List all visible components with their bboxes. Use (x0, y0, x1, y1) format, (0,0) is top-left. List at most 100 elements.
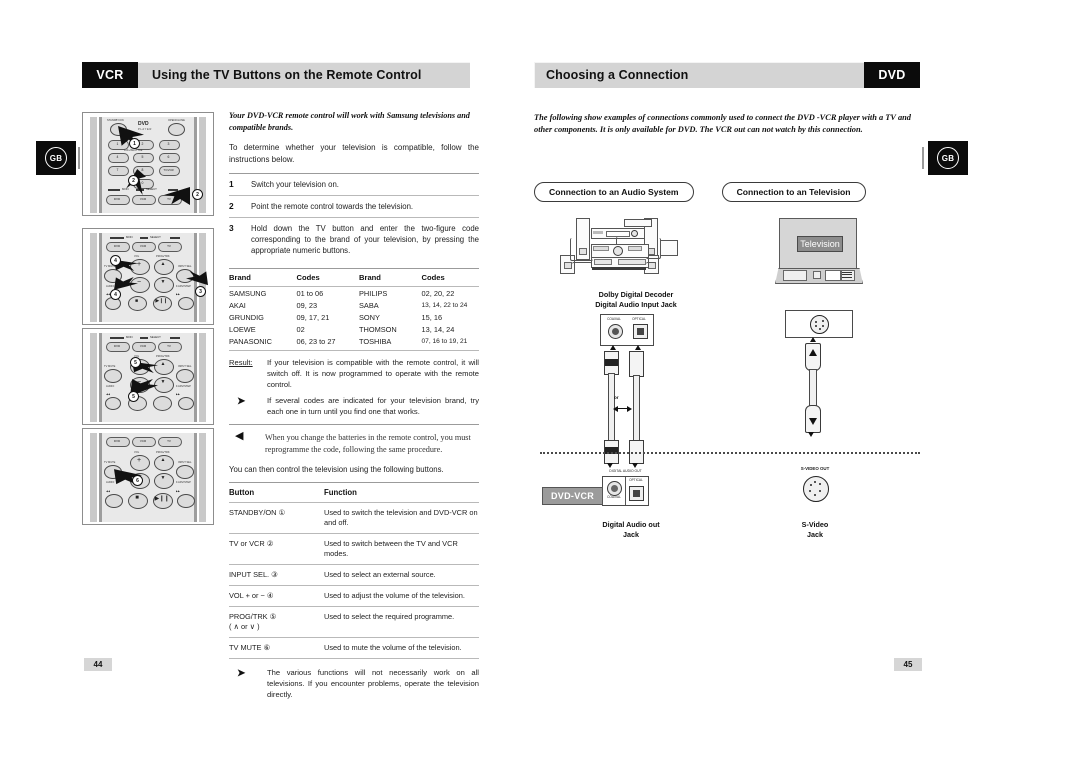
left-page-title: Using the TV Buttons on the Remote Contr… (152, 68, 422, 82)
callout-5-top: 5 (130, 357, 141, 368)
region-badge-right-label: GB (937, 147, 959, 169)
remote-forward-button (178, 297, 194, 310)
right-page-title: Choosing a Connection (546, 68, 689, 82)
remote-body: STANDBY/ON OPEN/CLOSE DVD P L A Y E R 1 … (99, 117, 197, 213)
arrow-bullet-icon: ➤ (237, 668, 246, 680)
button-key: TV MUTE ⑥ (229, 637, 324, 660)
brand-name: LOEWE (229, 325, 256, 335)
table-row: TV MUTE ⑥ Used to mute the volume of the… (229, 637, 479, 660)
or-arrow-right-icon (627, 406, 632, 412)
button-function: Used to mute the volume of the televisio… (324, 637, 479, 660)
left-page-header: VCR Using the TV Buttons on the Remote C… (82, 62, 470, 88)
remote-input-sel-button (176, 465, 194, 479)
coaxial-cable-arrow-down (607, 463, 613, 468)
remote-rewind-button (105, 494, 123, 508)
coaxial-input-label: COAXIAL (607, 317, 621, 321)
button-function: Used to select the required programme. (324, 606, 479, 639)
svideo-plug-bottom (805, 405, 821, 433)
digital-audio-out-caption: Digital Audio out Jack (566, 520, 696, 540)
region-badge-left-rule (78, 147, 80, 169)
connection-title-television: Connection to an Television (721, 182, 866, 202)
connection-panel-titles: Connection to an Audio System Connection… (534, 182, 920, 202)
brand-codes-header-row: Brand Codes Brand Codes (229, 269, 479, 287)
table-row: PANASONIC 06, 23 to 27 TOSHIBA 07, 16 to… (229, 336, 479, 351)
right-page-header: Choosing a Connection DVD (534, 62, 920, 88)
button-function-header-row: Button Function (229, 483, 479, 504)
tip-note-text: When you change the batteries in the rem… (265, 433, 471, 454)
tv-svideo-input-jack (810, 315, 829, 334)
brand-name: GRUNDIG (229, 312, 264, 322)
remote-bezel-left (90, 117, 97, 213)
remote-open-close-button (168, 123, 185, 136)
result-text: If your television is compatible with th… (267, 358, 479, 389)
tv-svideo-input-panel (785, 310, 853, 338)
region-badge-left: GB (36, 141, 76, 175)
remote-body: MON SELECT DVD VCR TV VOL PROG/TRK TV MU… (99, 333, 197, 422)
optical-input-jack (633, 324, 648, 339)
brand-name: THOMSON (359, 325, 397, 335)
brand-codes-col-header: Brand (229, 269, 297, 287)
brand-codes-table: Brand Codes Brand Codes SAMSUNG 01 to 06… (229, 268, 479, 351)
setup-step-number: 1 (229, 179, 234, 189)
callout-4: 4 (110, 289, 121, 300)
brand-code: 01 to 06 (296, 288, 324, 298)
table-row: LOEWE 02 THOMSON 13, 14, 24 (229, 324, 479, 336)
callout-2: 2 (128, 175, 139, 186)
button-key: INPUT SEL. ③ (229, 564, 324, 587)
audio-device-caption-line2: Digital Audio Input Jack (595, 300, 677, 309)
right-intro-italic: The following show examples of connectio… (534, 113, 911, 134)
brand-code: 02 (296, 325, 305, 335)
setup-step-number: 3 (229, 223, 234, 233)
optical-cable-arrow-down (632, 463, 638, 468)
or-arrow-left-icon (613, 406, 618, 412)
dotted-divider-line (540, 452, 920, 454)
remote-body: DVD VCR TV VOL PROG/TRK TV MUTE INPUT SE… (99, 433, 197, 522)
region-badge-left-label: GB (45, 147, 67, 169)
svideo-out-jack (803, 476, 829, 502)
remote-forward-button (178, 397, 194, 410)
after-tip-text: You can then control the television usin… (229, 465, 444, 475)
brand-name: SONY (359, 312, 380, 322)
brand-name: SAMSUNG (229, 288, 267, 298)
callout-1: 1 (129, 138, 140, 149)
dvd-vcr-player-tag: DVD-VCR (542, 487, 604, 505)
optical-plug-top (629, 351, 644, 377)
brand-name: PANASONIC (229, 337, 272, 347)
speaker-center (624, 219, 652, 227)
svideo-caption-line1: S-Video (801, 520, 829, 529)
button-function: Used to switch the television and DVD-VC… (324, 502, 479, 535)
digital-audio-out-caption-line1: Digital Audio out (602, 520, 660, 529)
final-note: ➤ The various functions will not necessa… (229, 668, 479, 700)
svideo-cable-arrow-up (810, 337, 816, 342)
callout-4-top: 4 (110, 255, 121, 266)
brand-code: 13, 14, 24 (421, 325, 455, 335)
tip-note: ◀ When you change the batteries in the r… (229, 424, 479, 455)
setup-step-number: 2 (229, 201, 234, 211)
cable-or-label: or (614, 395, 619, 400)
left-intro-italic: Your DVD-VCR remote control will work wi… (229, 111, 470, 132)
receiver-volume-knob (613, 246, 623, 256)
button-key: PROG/TRK ⑤ ( ∧ or ∨ ) (229, 606, 324, 639)
right-page-content: The following show examples of connectio… (534, 112, 920, 136)
digital-audio-out-label: DIGITAL AUDIO OUT (609, 469, 642, 473)
button-function: Used to select an external source. (324, 564, 479, 587)
remote-bezel-left (90, 333, 97, 422)
setup-step: 1 Switch your television on. (229, 173, 479, 195)
brand-code: 07, 16 to 19, 21 (421, 338, 468, 346)
setup-step-text: Switch your television on. (251, 180, 339, 189)
television-illustration: Television (775, 218, 865, 288)
setup-step-text: Hold down the TV button and enter the tw… (251, 224, 479, 255)
svideo-out-label: S-VIDEO OUT (800, 466, 830, 471)
arrow-bullet-icon: ➤ (237, 396, 246, 408)
remote-play-pause-button (153, 396, 172, 411)
optical-input-label: OPTICAL (632, 317, 646, 321)
left-intro-plain: To determine whether your television is … (229, 143, 479, 164)
remote-image-tvmute: DVD VCR TV VOL PROG/TRK TV MUTE INPUT SE… (82, 428, 214, 525)
region-badge-right-rule (922, 147, 924, 169)
table-row: TV or VCR ② Used to switch between the T… (229, 533, 479, 566)
brand-code: 06, 23 to 27 (296, 337, 336, 347)
component-knob (631, 230, 638, 237)
callout-5: 5 (128, 391, 139, 402)
remote-bezel-right (199, 333, 206, 422)
svideo-caption: S-Video Jack (755, 520, 875, 540)
